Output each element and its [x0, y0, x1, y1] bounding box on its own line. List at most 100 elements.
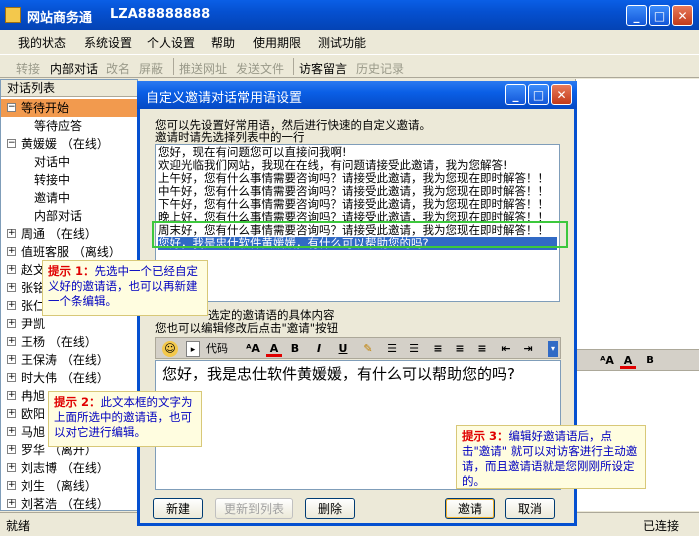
- tree-group-user[interactable]: + 刘志博 （在线）: [1, 459, 137, 477]
- expand-icon[interactable]: +: [7, 337, 16, 346]
- toolbar-send-file[interactable]: 发送文件: [236, 60, 284, 77]
- list-item[interactable]: 您好，现在有问题您可以直接问我啊!: [158, 146, 557, 159]
- list-item[interactable]: 下午好，您有什么事情需要咨询吗？请接受此邀请，我为您现在即时解答！！: [158, 198, 557, 211]
- tree-item-waiting-response[interactable]: 等待应答: [1, 117, 137, 135]
- bullet-list-icon[interactable]: ☰: [406, 341, 422, 357]
- expand-icon[interactable]: +: [7, 319, 16, 328]
- font-color-icon[interactable]: A: [266, 341, 282, 357]
- dialog-titlebar: 自定义邀请对话常用语设置 _ □ ✕: [137, 81, 577, 109]
- toolbar-history[interactable]: 历史记录: [356, 60, 404, 77]
- indent-icon[interactable]: ⇥: [520, 341, 536, 357]
- tree-group-user[interactable]: + 尹凯: [1, 315, 137, 333]
- tree-group-waiting-start[interactable]: − 等待开始: [1, 99, 137, 117]
- expand-icon[interactable]: +: [7, 481, 16, 490]
- expand-icon[interactable]: +: [7, 229, 16, 238]
- expand-icon[interactable]: +: [7, 445, 16, 454]
- tip-3: 提示 3：编辑好邀请语后，点击"邀请" 就可以对访客进行主动邀请，而且邀请语就是…: [456, 425, 646, 489]
- bold-icon[interactable]: B: [288, 341, 302, 357]
- collapse-icon[interactable]: −: [7, 139, 16, 148]
- toolbar: 转接 内部对话 改名 屏蔽 推送网址 发送文件 访客留言 历史记录: [0, 54, 699, 78]
- underline-icon[interactable]: U: [336, 341, 350, 357]
- dialog-minimize-button[interactable]: _: [505, 84, 526, 105]
- update-list-button[interactable]: 更新到列表: [215, 498, 293, 519]
- menu-my-status[interactable]: 我的状态: [18, 34, 66, 51]
- menu-test-function[interactable]: 测试功能: [318, 34, 366, 51]
- collapse-icon[interactable]: −: [7, 103, 16, 112]
- tree-item-internal-chat[interactable]: 内部对话: [1, 207, 137, 225]
- app-icon: [5, 7, 21, 23]
- dialog-maximize-button[interactable]: □: [528, 84, 549, 105]
- close-button[interactable]: ✕: [672, 5, 693, 26]
- tree-group-user[interactable]: + 时大伟 （在线）: [1, 369, 137, 387]
- expand-icon[interactable]: +: [7, 499, 16, 508]
- tree-item-in-chat[interactable]: 对话中: [1, 153, 137, 171]
- toolbar-separator: [173, 58, 174, 75]
- minimize-button[interactable]: _: [626, 5, 647, 26]
- bold-icon[interactable]: B: [642, 353, 658, 369]
- list-item[interactable]: 欢迎光临我们网站，我现在在线，有问题请接受此邀请，我为您解答!: [158, 159, 557, 172]
- connection-status: 已连接: [643, 519, 680, 533]
- toolbar-internal-chat[interactable]: 内部对话: [50, 60, 98, 77]
- invite-button[interactable]: 邀请: [445, 498, 495, 519]
- expand-icon[interactable]: +: [7, 265, 16, 274]
- expand-icon[interactable]: +: [7, 427, 16, 436]
- expand-icon[interactable]: +: [7, 391, 16, 400]
- tree-group-user[interactable]: + 值班客服 （离线）: [1, 243, 137, 261]
- menu-system-settings[interactable]: 系统设置: [84, 34, 132, 51]
- toolbar-push-url[interactable]: 推送网址: [179, 60, 227, 77]
- delete-button[interactable]: 删除: [305, 498, 355, 519]
- toolbar-rename[interactable]: 改名: [106, 60, 130, 77]
- list-item[interactable]: 中午好，您有什么事情需要咨询吗？请接受此邀请，我为您现在即时解答！！: [158, 185, 557, 198]
- tip-1: 提示 1：先选中一个已经自定义好的邀请语，也可以再新建一个条编辑。: [42, 260, 208, 316]
- align-center-icon[interactable]: ≡: [452, 341, 468, 357]
- align-left-icon[interactable]: ≡: [430, 341, 446, 357]
- toolbar-transfer[interactable]: 转接: [16, 60, 40, 77]
- dialog-title: 自定义邀请对话常用语设置: [146, 91, 303, 106]
- align-right-icon[interactable]: ≡: [474, 341, 490, 357]
- expand-icon[interactable]: +: [7, 355, 16, 364]
- cancel-button[interactable]: 取消: [505, 498, 555, 519]
- new-button[interactable]: 新建: [153, 498, 203, 519]
- expand-icon[interactable]: +: [7, 463, 16, 472]
- menu-usage-period[interactable]: 使用期限: [253, 34, 301, 51]
- tree-group-user[interactable]: + 周通 （在线）: [1, 225, 137, 243]
- menubar: 我的状态 系统设置 个人设置 帮助 使用期限 测试功能: [0, 30, 699, 52]
- expand-icon[interactable]: +: [7, 373, 16, 382]
- tree-group-user[interactable]: + 王保涛 （在线）: [1, 351, 137, 369]
- menu-personal-settings[interactable]: 个人设置: [147, 34, 195, 51]
- toolbar-visitor-messages[interactable]: 访客留言: [299, 60, 347, 77]
- highlight-icon[interactable]: ✎: [360, 341, 376, 357]
- font-size-icon[interactable]: ᴬA: [598, 353, 616, 369]
- tree-group-user[interactable]: + 王杨 （在线）: [1, 333, 137, 351]
- font-size-icon[interactable]: ᴬA: [244, 341, 262, 357]
- maximize-button[interactable]: □: [649, 5, 670, 26]
- expand-icon[interactable]: +: [7, 301, 16, 310]
- dialog-close-button[interactable]: ✕: [551, 84, 572, 105]
- user-id: LZA88888888: [110, 7, 211, 22]
- list-item[interactable]: 上午好，您有什么事情需要咨询吗？请接受此邀请，我为您现在即时解答！！: [158, 172, 557, 185]
- dialog-instruction: 邀请时请先选择列表中的一行: [155, 130, 305, 144]
- expand-icon[interactable]: +: [7, 283, 16, 292]
- code-button[interactable]: 代码: [202, 341, 232, 357]
- code-icon[interactable]: ▸: [186, 341, 200, 357]
- expand-icon[interactable]: +: [7, 247, 16, 256]
- numbered-list-icon[interactable]: ☰: [384, 341, 400, 357]
- font-color-icon[interactable]: A: [620, 353, 636, 369]
- emoticon-icon[interactable]: ☺: [162, 341, 178, 357]
- tree-group-user[interactable]: + 刘生 （离线）: [1, 477, 137, 495]
- tip-2-label: 提示 2：: [54, 395, 101, 409]
- tip-2: 提示 2：此文本框的文字为上面所选中的邀请语，也可以对它进行编辑。: [48, 391, 202, 447]
- tip-1-label: 提示 1：: [48, 264, 95, 278]
- toolbar-overflow-icon[interactable]: ▾: [548, 341, 558, 357]
- italic-icon[interactable]: I: [312, 341, 326, 357]
- outdent-icon[interactable]: ⇤: [498, 341, 514, 357]
- tree-item-transferring[interactable]: 转接中: [1, 171, 137, 189]
- tree-item-inviting[interactable]: 邀请中: [1, 189, 137, 207]
- tree-group-user[interactable]: − 黄媛媛 （在线）: [1, 135, 137, 153]
- main-titlebar: 网站商务通 LZA88888888 _ □ ✕: [0, 0, 699, 30]
- editor-toolbar: ☺ ▸ 代码 ᴬA A B I U ✎ ☰ ☰ ≡ ≡ ≡ ⇤ ⇥ ▾: [155, 337, 561, 359]
- toolbar-block[interactable]: 屏蔽: [139, 60, 163, 77]
- menu-help[interactable]: 帮助: [211, 34, 235, 51]
- tree-group-user[interactable]: + 刘茗浩 （在线）: [1, 495, 137, 513]
- expand-icon[interactable]: +: [7, 409, 16, 418]
